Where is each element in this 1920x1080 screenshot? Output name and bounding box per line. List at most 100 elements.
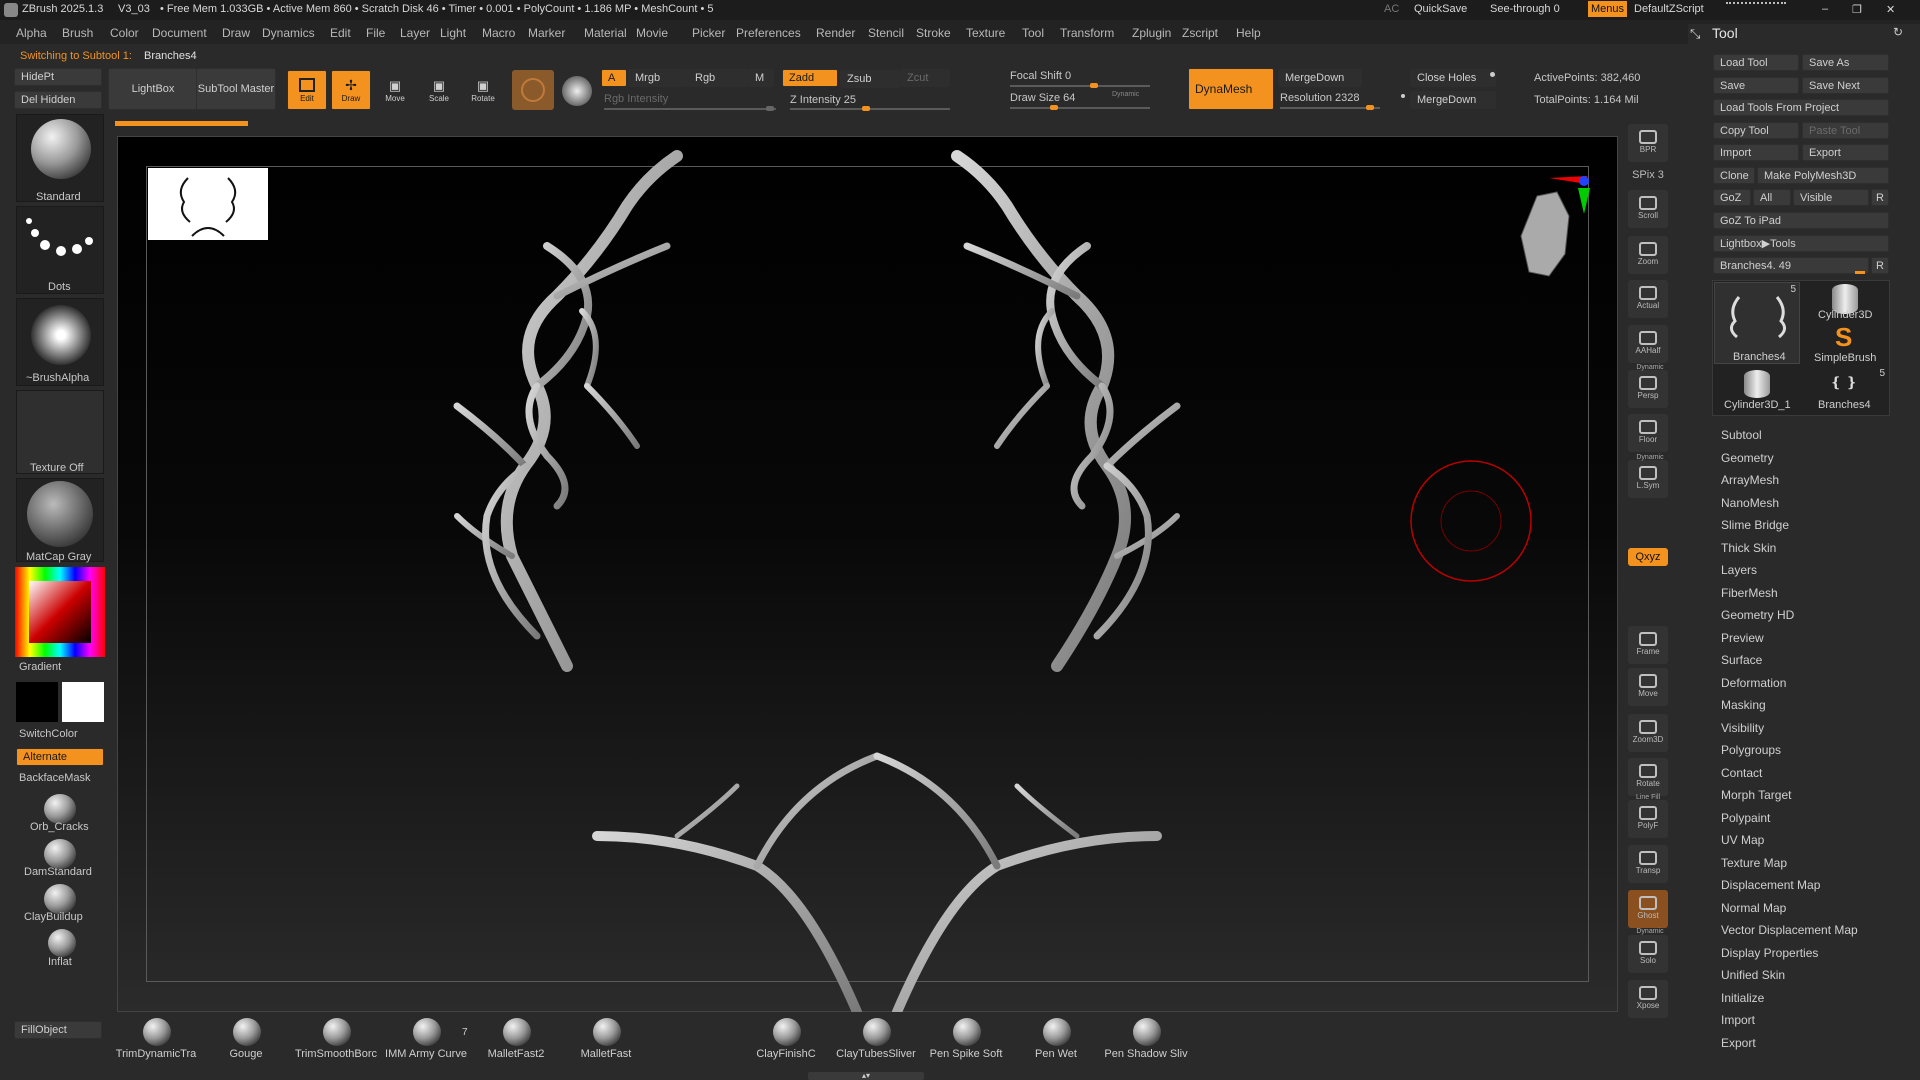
- zadd-button[interactable]: Zadd: [782, 69, 838, 87]
- dynamesh-button[interactable]: DynaMesh: [1188, 68, 1274, 110]
- tool-menu-preview[interactable]: Preview: [1721, 631, 1764, 645]
- quicksave-button[interactable]: QuickSave: [1414, 3, 1467, 15]
- focal-shift-track[interactable]: [1010, 83, 1150, 88]
- zcut-button[interactable]: Zcut: [900, 69, 950, 87]
- clone-button[interactable]: Clone: [1713, 167, 1755, 184]
- layout-icons[interactable]: [1726, 2, 1786, 14]
- tool-menu-uv-map[interactable]: UV Map: [1721, 833, 1764, 847]
- tool-menu-normal-map[interactable]: Normal Map: [1721, 901, 1786, 915]
- tool-menu-unified-skin[interactable]: Unified Skin: [1721, 968, 1785, 982]
- tool-menu-arraymesh[interactable]: ArrayMesh: [1721, 473, 1779, 487]
- menu-alpha[interactable]: Alpha: [16, 26, 47, 40]
- see-through-slider[interactable]: See-through 0: [1490, 3, 1560, 15]
- shelf-dynamic-toggle[interactable]: Dynamic: [1630, 454, 1670, 461]
- tool-menu-slime-bridge[interactable]: Slime Bridge: [1721, 518, 1789, 532]
- color-picker[interactable]: [15, 567, 105, 657]
- tool-menu-vector-displacement-map[interactable]: Vector Displacement Map: [1721, 923, 1858, 937]
- bottom-brush-malletfast[interactable]: MalletFast: [561, 1018, 651, 1064]
- save-button[interactable]: Save: [1713, 77, 1799, 94]
- shelf-shelf-9-button[interactable]: [1628, 504, 1668, 526]
- shelf-shelf-12-button[interactable]: [1628, 598, 1668, 620]
- brush-icon-inflat[interactable]: [48, 929, 76, 957]
- close-icon[interactable]: ✕: [1886, 3, 1895, 16]
- shelf-zoom3d-button[interactable]: Zoom3D: [1628, 714, 1668, 752]
- tool-menu-contact[interactable]: Contact: [1721, 766, 1762, 780]
- mergedown-button[interactable]: MergeDown: [1278, 69, 1362, 87]
- menu-macro[interactable]: Macro: [482, 26, 515, 40]
- menu-zscript[interactable]: Zscript: [1182, 26, 1218, 40]
- alternate-button[interactable]: Alternate: [16, 748, 104, 766]
- shelf-transp-button[interactable]: Transp: [1628, 845, 1668, 883]
- tool-menu-thick-skin[interactable]: Thick Skin: [1721, 541, 1776, 555]
- tool-menu-import[interactable]: Import: [1721, 1013, 1755, 1027]
- menu-tool[interactable]: Tool: [1022, 26, 1044, 40]
- tool-thumb-branches4-2[interactable]: ❴ ❵ Branches4 5: [1802, 368, 1888, 414]
- paste-tool-button[interactable]: Paste Tool: [1802, 122, 1889, 139]
- menu-dynamics[interactable]: Dynamics: [262, 26, 315, 40]
- goz-visible-button[interactable]: Visible: [1793, 189, 1869, 206]
- save-next-button[interactable]: Save Next: [1802, 77, 1889, 94]
- menu-help[interactable]: Help: [1236, 26, 1261, 40]
- tool-palette-collapse-icon[interactable]: ⤡: [1690, 26, 1700, 42]
- bottom-brush-imm-army-curve[interactable]: IMM Army Curve: [381, 1018, 471, 1064]
- brush-icon-orb-cracks[interactable]: [44, 794, 76, 824]
- goz-to-ipad-button[interactable]: GoZ To iPad: [1713, 212, 1889, 229]
- brush-label-inflat[interactable]: Inflat: [48, 956, 72, 968]
- m-button[interactable]: M: [748, 69, 774, 87]
- draw-button[interactable]: ✢ Draw: [331, 70, 371, 110]
- brush-label-claybuildup[interactable]: ClayBuildup: [24, 911, 83, 923]
- menu-draw[interactable]: Draw: [222, 26, 250, 40]
- restore-icon[interactable]: ❐: [1852, 3, 1862, 16]
- tool-menu-visibility[interactable]: Visibility: [1721, 721, 1764, 735]
- shelf-scroll-button[interactable]: Scroll: [1628, 190, 1668, 228]
- a-button[interactable]: A: [601, 69, 627, 87]
- goz-r-button[interactable]: R: [1871, 189, 1889, 206]
- shelf-persp-button[interactable]: Persp: [1628, 370, 1668, 408]
- tool-thumb-cylinder3d-1[interactable]: Cylinder3D_1: [1714, 368, 1800, 414]
- shelf-l-sym-button[interactable]: L.Sym: [1628, 460, 1668, 498]
- tool-menu-nanomesh[interactable]: NanoMesh: [1721, 496, 1779, 510]
- shelf-dynamic-toggle[interactable]: Dynamic: [1630, 928, 1670, 935]
- ac-label[interactable]: AC: [1384, 3, 1399, 15]
- brush-label-orb-cracks[interactable]: Orb_Cracks: [30, 821, 89, 833]
- tool-thumb-cylinder3d[interactable]: Cylinder3D S SimpleBrush: [1802, 282, 1888, 364]
- bottom-brush-malletfast2[interactable]: MalletFast2: [471, 1018, 561, 1064]
- hidept-button[interactable]: HidePt: [14, 68, 102, 86]
- subtool-master-button[interactable]: SubTool Master: [196, 68, 276, 110]
- menu-preferences[interactable]: Preferences: [736, 26, 801, 40]
- dynamic-toggle[interactable]: Dynamic: [1112, 91, 1139, 98]
- export-button[interactable]: Export: [1802, 144, 1889, 161]
- rotate-button[interactable]: ▣ Rotate: [463, 70, 503, 110]
- z-intensity-track[interactable]: [790, 106, 950, 111]
- menu-light[interactable]: Light: [440, 26, 466, 40]
- menu-edit[interactable]: Edit: [330, 26, 351, 40]
- mergedown-button-2[interactable]: MergeDown: [1410, 91, 1496, 109]
- menu-file[interactable]: File: [366, 26, 385, 40]
- shelf-xpose-button[interactable]: Xpose: [1628, 980, 1668, 1018]
- shelf-ghost-button[interactable]: Ghost: [1628, 890, 1668, 928]
- resolution-slider[interactable]: Resolution 2328: [1280, 92, 1360, 104]
- shelf-bpr-button[interactable]: BPR: [1628, 124, 1668, 162]
- shelf-polyf-button[interactable]: PolyF: [1628, 800, 1668, 838]
- menu-document[interactable]: Document: [152, 26, 207, 40]
- menus-button[interactable]: Menus: [1588, 1, 1628, 17]
- focal-shift-slider[interactable]: Focal Shift 0: [1010, 70, 1071, 82]
- menu-picker[interactable]: Picker: [692, 26, 725, 40]
- tool-menu-surface[interactable]: Surface: [1721, 653, 1762, 667]
- tool-palette-pin-icon[interactable]: ↻: [1893, 25, 1903, 39]
- menu-movie[interactable]: Movie: [636, 26, 668, 40]
- shelf-frame-button[interactable]: Frame: [1628, 626, 1668, 664]
- tool-menu-morph-target[interactable]: Morph Target: [1721, 788, 1791, 802]
- mrgb-button[interactable]: Mrgb: [628, 69, 688, 87]
- current-tool-slider[interactable]: Branches4. 49: [1713, 257, 1869, 274]
- shelf-dynamic-toggle[interactable]: Dynamic: [1630, 364, 1670, 371]
- menu-layer[interactable]: Layer: [400, 26, 430, 40]
- tool-menu-texture-map[interactable]: Texture Map: [1721, 856, 1787, 870]
- shelf-move-button[interactable]: Move: [1628, 668, 1668, 706]
- switchcolor-button[interactable]: SwitchColor: [19, 728, 78, 740]
- del-hidden-button[interactable]: Del Hidden: [14, 91, 102, 109]
- shelf-spix-3-button[interactable]: SPix 3: [1628, 166, 1668, 186]
- menu-texture[interactable]: Texture: [966, 26, 1005, 40]
- zsub-button[interactable]: Zsub: [840, 70, 900, 88]
- menu-zplugin[interactable]: Zplugin: [1132, 26, 1171, 40]
